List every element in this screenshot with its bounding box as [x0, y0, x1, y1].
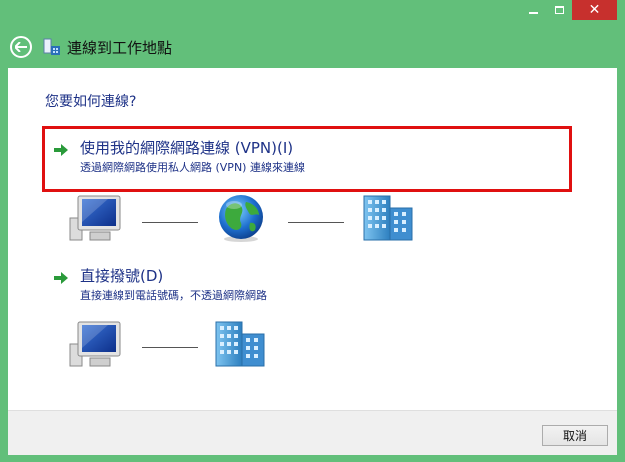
wizard-content: 您要如何連線? 使用我的網際網路連線 (VPN)(I) 透過網際網路使用私人網路… — [8, 68, 617, 410]
caption-buttons: ✕ — [520, 0, 617, 20]
computer-icon — [69, 321, 121, 367]
option-dial-description: 直接連線到電話號碼，不透過網際網路 — [80, 289, 267, 302]
connection-line — [142, 222, 198, 223]
option-dial-direct[interactable]: 直接撥號(D) 直接連線到電話號碼，不透過網際網路 — [54, 266, 267, 303]
option-dial-text: 直接撥號(D) 直接連線到電話號碼，不透過網際網路 — [80, 266, 267, 303]
workplace-building-icon — [363, 195, 413, 241]
minimize-button[interactable] — [520, 0, 546, 20]
option-vpn-title: 使用我的網際網路連線 (VPN)(I) — [80, 139, 294, 157]
back-button[interactable] — [10, 36, 32, 58]
cancel-button[interactable]: 取消 — [542, 425, 608, 446]
close-button[interactable]: ✕ — [572, 0, 617, 20]
maximize-icon — [554, 6, 564, 14]
option-vpn-description: 透過網際網路使用私人網路 (VPN) 連線來連線 — [80, 161, 305, 174]
wizard-footer: 取消 — [8, 410, 617, 455]
workplace-connection-icon — [42, 37, 62, 57]
workplace-building-icon — [215, 321, 265, 367]
back-arrow-icon — [15, 42, 27, 52]
option-dial-title: 直接撥號(D) — [80, 267, 164, 285]
option-vpn-text: 使用我的網際網路連線 (VPN)(I) 透過網際網路使用私人網路 (VPN) 連… — [80, 138, 305, 175]
minimize-icon — [528, 12, 538, 14]
wizard-header: 連線到工作地點 — [8, 30, 172, 64]
arrow-right-icon — [54, 144, 68, 156]
option-vpn[interactable]: 使用我的網際網路連線 (VPN)(I) 透過網際網路使用私人網路 (VPN) 連… — [54, 138, 305, 175]
internet-globe-icon — [219, 195, 263, 242]
close-icon: ✕ — [588, 2, 601, 18]
computer-icon — [69, 195, 121, 241]
page-question: 您要如何連線? — [45, 94, 137, 110]
maximize-button[interactable] — [546, 0, 572, 20]
arrow-right-icon — [54, 272, 68, 284]
wizard-title: 連線到工作地點 — [67, 38, 173, 57]
wizard-window: ✕ 連線到工作地點 您要如何連線? 使用我的網際網路連線 (VPN)(I) 透過… — [0, 0, 625, 462]
connection-line — [142, 347, 198, 348]
connection-line — [288, 222, 344, 223]
